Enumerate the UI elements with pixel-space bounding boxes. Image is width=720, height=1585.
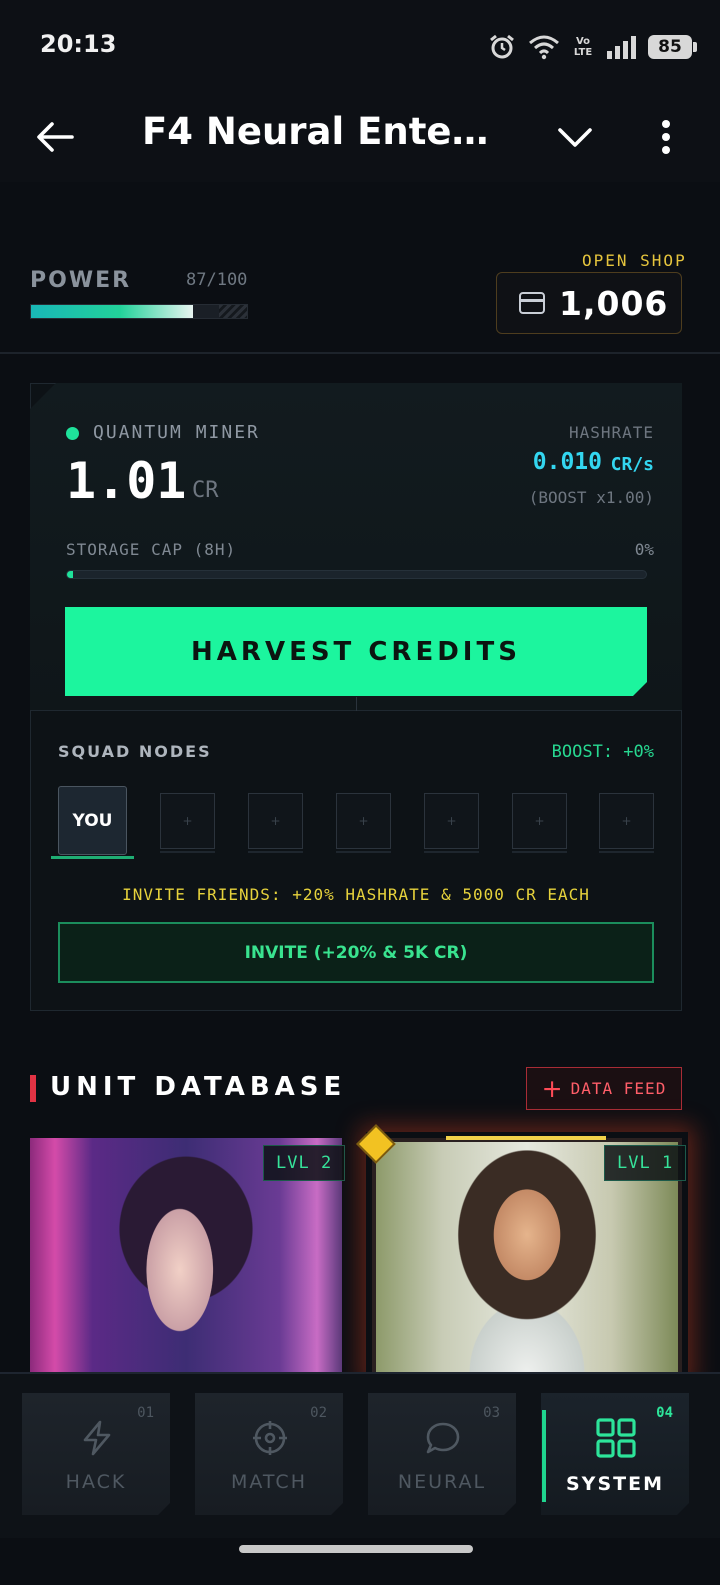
storage-progress-bar — [66, 570, 647, 579]
squad-node-underline — [512, 851, 567, 853]
hashrate-label: HASHRATE — [568, 423, 654, 442]
miner-status-dot — [66, 427, 79, 440]
squad-node-underline — [160, 851, 215, 853]
open-shop-label[interactable]: OPEN SHOP — [582, 251, 687, 270]
miner-label: QUANTUM MINER — [93, 422, 260, 443]
signal-icon — [607, 36, 636, 59]
more-vertical-icon[interactable] — [648, 114, 684, 160]
squad-nodes-label: SQUAD NODES — [58, 742, 212, 761]
tab-hack[interactable]: 01 HACK — [22, 1393, 170, 1515]
harvest-credits-label: HARVEST CREDITS — [191, 636, 521, 667]
home-indicator[interactable] — [239, 1545, 473, 1553]
tab-label: SYSTEM — [566, 1473, 664, 1495]
battery-level: 85 — [658, 37, 682, 57]
power-value: 87/100 — [186, 270, 248, 290]
power-bar-remaining — [219, 305, 247, 318]
harvest-credits-button[interactable]: HARVEST CREDITS — [65, 607, 647, 696]
squad-node-you-label: YOU — [72, 810, 113, 831]
hashrate-value: 0.010 — [532, 449, 602, 475]
active-tab-indicator — [542, 1410, 546, 1502]
chevron-down-icon[interactable] — [552, 114, 598, 160]
invite-friends-text: INVITE FRIENDS: +20% HASHRATE & 5000 CR … — [122, 885, 590, 904]
squad-node-underline — [599, 851, 654, 853]
squad-node-empty[interactable]: + — [160, 793, 215, 849]
add-slot-icon: + — [182, 814, 193, 828]
volte-text: Vo LTE — [573, 36, 593, 58]
squad-node-you[interactable]: YOU — [58, 786, 127, 855]
page-title: F4 Neural Entertai... — [142, 110, 502, 153]
squad-node-empty[interactable]: + — [424, 793, 479, 849]
tab-label: HACK — [65, 1471, 127, 1493]
add-slot-icon: + — [358, 814, 369, 828]
chat-bubble-icon — [424, 1419, 462, 1457]
credits-balance: 1,006 — [559, 283, 669, 323]
power-bar — [30, 304, 248, 319]
power-label: POWER — [30, 268, 132, 293]
add-slot-icon: + — [621, 814, 632, 828]
unit-level-badge: LVL 2 — [263, 1145, 346, 1181]
wallet-icon — [519, 292, 545, 314]
header-divider — [0, 352, 720, 354]
data-feed-label: DATA FEED — [570, 1079, 667, 1098]
add-slot-icon: + — [446, 814, 457, 828]
crosshair-icon — [251, 1419, 289, 1457]
status-bar: 20:13 Vo LTE 85 — [0, 0, 720, 92]
app-bar: F4 Neural Entertai... — [0, 92, 720, 182]
storage-cap-value: 0% — [634, 540, 654, 559]
wifi-icon — [529, 35, 559, 60]
boost-multiplier: (BOOST x1.00) — [528, 488, 654, 507]
status-icons: Vo LTE 85 — [488, 30, 697, 64]
add-slot-icon: + — [534, 814, 545, 828]
squad-node-underline — [424, 851, 479, 853]
unit-database-title: UNIT DATABASE — [50, 1072, 347, 1102]
tab-label: MATCH — [231, 1471, 307, 1493]
invite-button-label: INVITE (+20% & 5K CR) — [244, 942, 468, 963]
tab-number: 04 — [656, 1405, 673, 1421]
tab-number: 02 — [310, 1405, 327, 1421]
data-feed-button[interactable]: + DATA FEED — [526, 1067, 682, 1110]
grid-icon — [595, 1417, 637, 1459]
alarm-icon — [490, 34, 514, 59]
tab-label: NEURAL — [397, 1471, 487, 1493]
hashrate-unit: CR/s — [610, 454, 654, 475]
shop-credits-button[interactable]: 1,006 — [496, 272, 682, 334]
miner-balance: 1.01 — [66, 452, 187, 510]
miner-unit: CR — [192, 478, 219, 503]
squad-node-empty[interactable]: + — [336, 793, 391, 849]
squad-boost-value: BOOST: +0% — [551, 742, 654, 762]
storage-progress-fill — [67, 571, 73, 578]
add-slot-icon: + — [270, 814, 281, 828]
storage-cap-label: STORAGE CAP (8H) — [66, 540, 237, 559]
section-accent-bar — [30, 1075, 36, 1102]
invite-button[interactable]: INVITE (+20% & 5K CR) — [58, 922, 654, 983]
status-time: 20:13 — [40, 30, 117, 58]
unit-card-highlight-bar — [446, 1136, 606, 1140]
lightning-icon — [78, 1419, 116, 1457]
squad-node-empty[interactable]: + — [512, 793, 567, 849]
squad-node-underline — [248, 851, 303, 853]
tab-neural[interactable]: 03 NEURAL — [368, 1393, 516, 1515]
squad-node-empty[interactable]: + — [599, 793, 654, 849]
unit-level-badge: LVL 1 — [604, 1145, 687, 1181]
tab-number: 01 — [137, 1405, 154, 1421]
squad-node-you-indicator — [51, 856, 134, 859]
divider-tick — [356, 697, 357, 711]
volte-icon: Vo LTE — [572, 36, 594, 58]
back-arrow-icon[interactable] — [32, 114, 78, 160]
squad-node-underline — [336, 851, 391, 853]
squad-node-empty[interactable]: + — [248, 793, 303, 849]
battery-icon: 85 — [648, 35, 697, 59]
tab-match[interactable]: 02 MATCH — [195, 1393, 343, 1515]
tab-number: 03 — [483, 1405, 500, 1421]
power-bar-fill — [31, 305, 193, 318]
tab-system[interactable]: 04 SYSTEM — [541, 1393, 689, 1515]
plus-icon: + — [541, 1074, 563, 1103]
